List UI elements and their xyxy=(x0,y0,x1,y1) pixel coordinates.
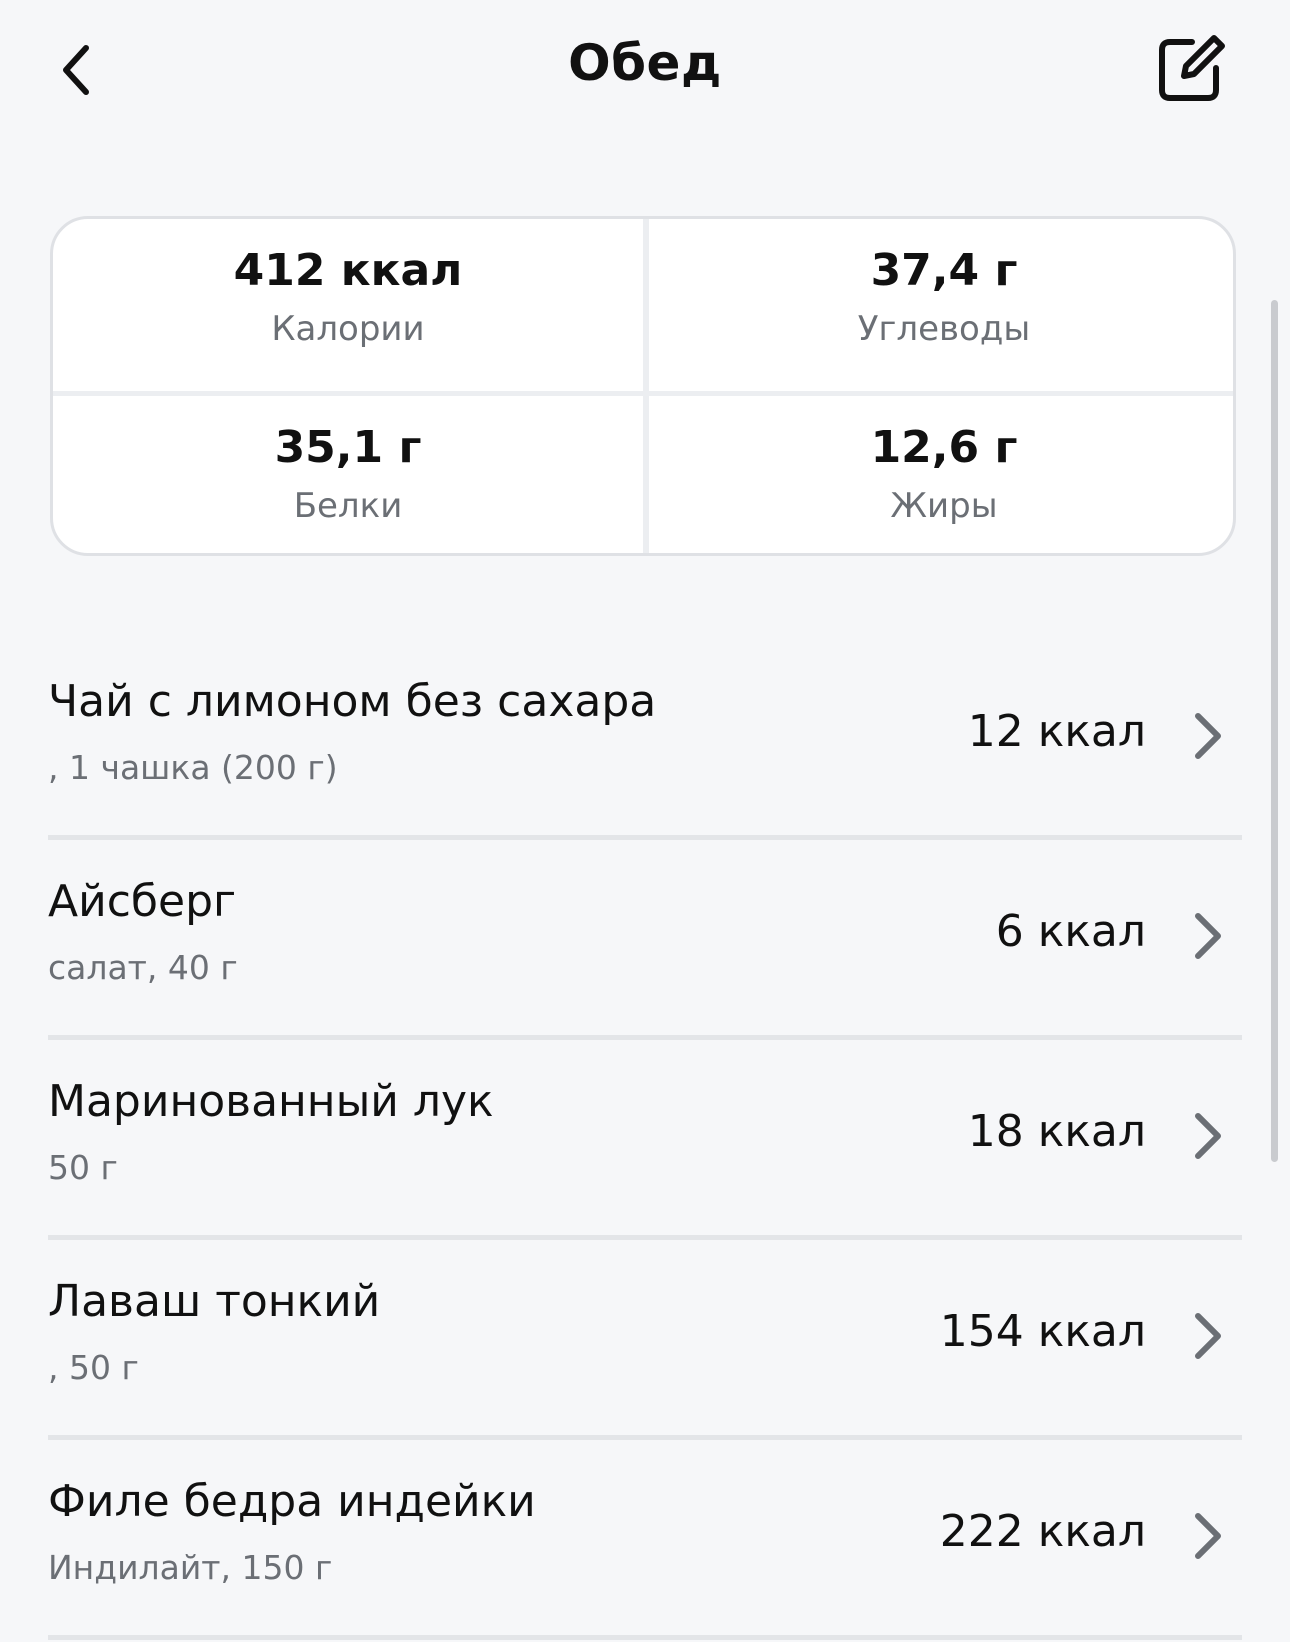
food-calories: 18 ккал xyxy=(967,1106,1146,1157)
carbs-cell: 37,4 г Углеводы xyxy=(649,245,1233,350)
food-detail: , 50 г xyxy=(48,1348,139,1387)
food-item[interactable]: Филе бедра индейки Индилайт, 150 г 222 к… xyxy=(48,1440,1242,1640)
food-detail: салат, 40 г xyxy=(48,948,238,987)
food-item[interactable]: Чай с лимоном без сахара , 1 чашка (200 … xyxy=(48,640,1242,840)
food-calories: 6 ккал xyxy=(995,906,1146,957)
food-name: Айсберг xyxy=(48,876,237,927)
food-calories: 154 ккал xyxy=(939,1306,1146,1357)
food-detail: 50 г xyxy=(48,1148,118,1187)
food-detail: Индилайт, 150 г xyxy=(48,1548,333,1587)
fat-value: 12,6 г xyxy=(870,422,1018,473)
food-calories: 222 ккал xyxy=(939,1506,1146,1557)
scrollbar[interactable] xyxy=(1271,300,1278,1162)
food-detail: , 1 чашка (200 г) xyxy=(48,748,338,787)
protein-label: Белки xyxy=(293,486,403,527)
food-item[interactable]: Айсберг салат, 40 г 6 ккал xyxy=(48,840,1242,1040)
chevron-right-icon xyxy=(1195,913,1221,959)
nutrition-summary-card: 412 ккал Калории 37,4 г Углеводы 35,1 г … xyxy=(50,216,1236,556)
fat-cell: 12,6 г Жиры xyxy=(649,422,1233,527)
food-item[interactable]: Лаваш тонкий , 50 г 154 ккал xyxy=(48,1240,1242,1440)
food-item[interactable]: Маринованный лук 50 г 18 ккал xyxy=(48,1040,1242,1240)
carbs-label: Углеводы xyxy=(857,309,1031,350)
food-list: Чай с лимоном без сахара , 1 чашка (200 … xyxy=(48,640,1242,1640)
food-name: Филе бедра индейки xyxy=(48,1476,536,1527)
chevron-right-icon xyxy=(1195,1513,1221,1559)
protein-cell: 35,1 г Белки xyxy=(53,422,643,527)
edit-button[interactable] xyxy=(1150,28,1230,108)
carbs-value: 37,4 г xyxy=(870,245,1018,296)
chevron-right-icon xyxy=(1195,713,1221,759)
list-divider xyxy=(48,1635,1242,1640)
food-calories: 12 ккал xyxy=(967,706,1146,757)
edit-square-icon xyxy=(1159,35,1225,101)
calories-cell: 412 ккал Калории xyxy=(53,245,643,350)
food-name: Лаваш тонкий xyxy=(48,1276,381,1327)
calories-value: 412 ккал xyxy=(233,245,463,296)
protein-value: 35,1 г xyxy=(274,422,422,473)
food-name: Маринованный лук xyxy=(48,1076,494,1127)
chevron-right-icon xyxy=(1195,1113,1221,1159)
nav-bar: Обед xyxy=(0,0,1290,140)
food-name: Чай с лимоном без сахара xyxy=(48,676,657,727)
chevron-right-icon xyxy=(1195,1313,1221,1359)
summary-divider-horizontal xyxy=(53,391,1233,396)
fat-label: Жиры xyxy=(890,486,998,527)
calories-label: Калории xyxy=(271,309,425,350)
page-title: Обед xyxy=(568,34,722,92)
